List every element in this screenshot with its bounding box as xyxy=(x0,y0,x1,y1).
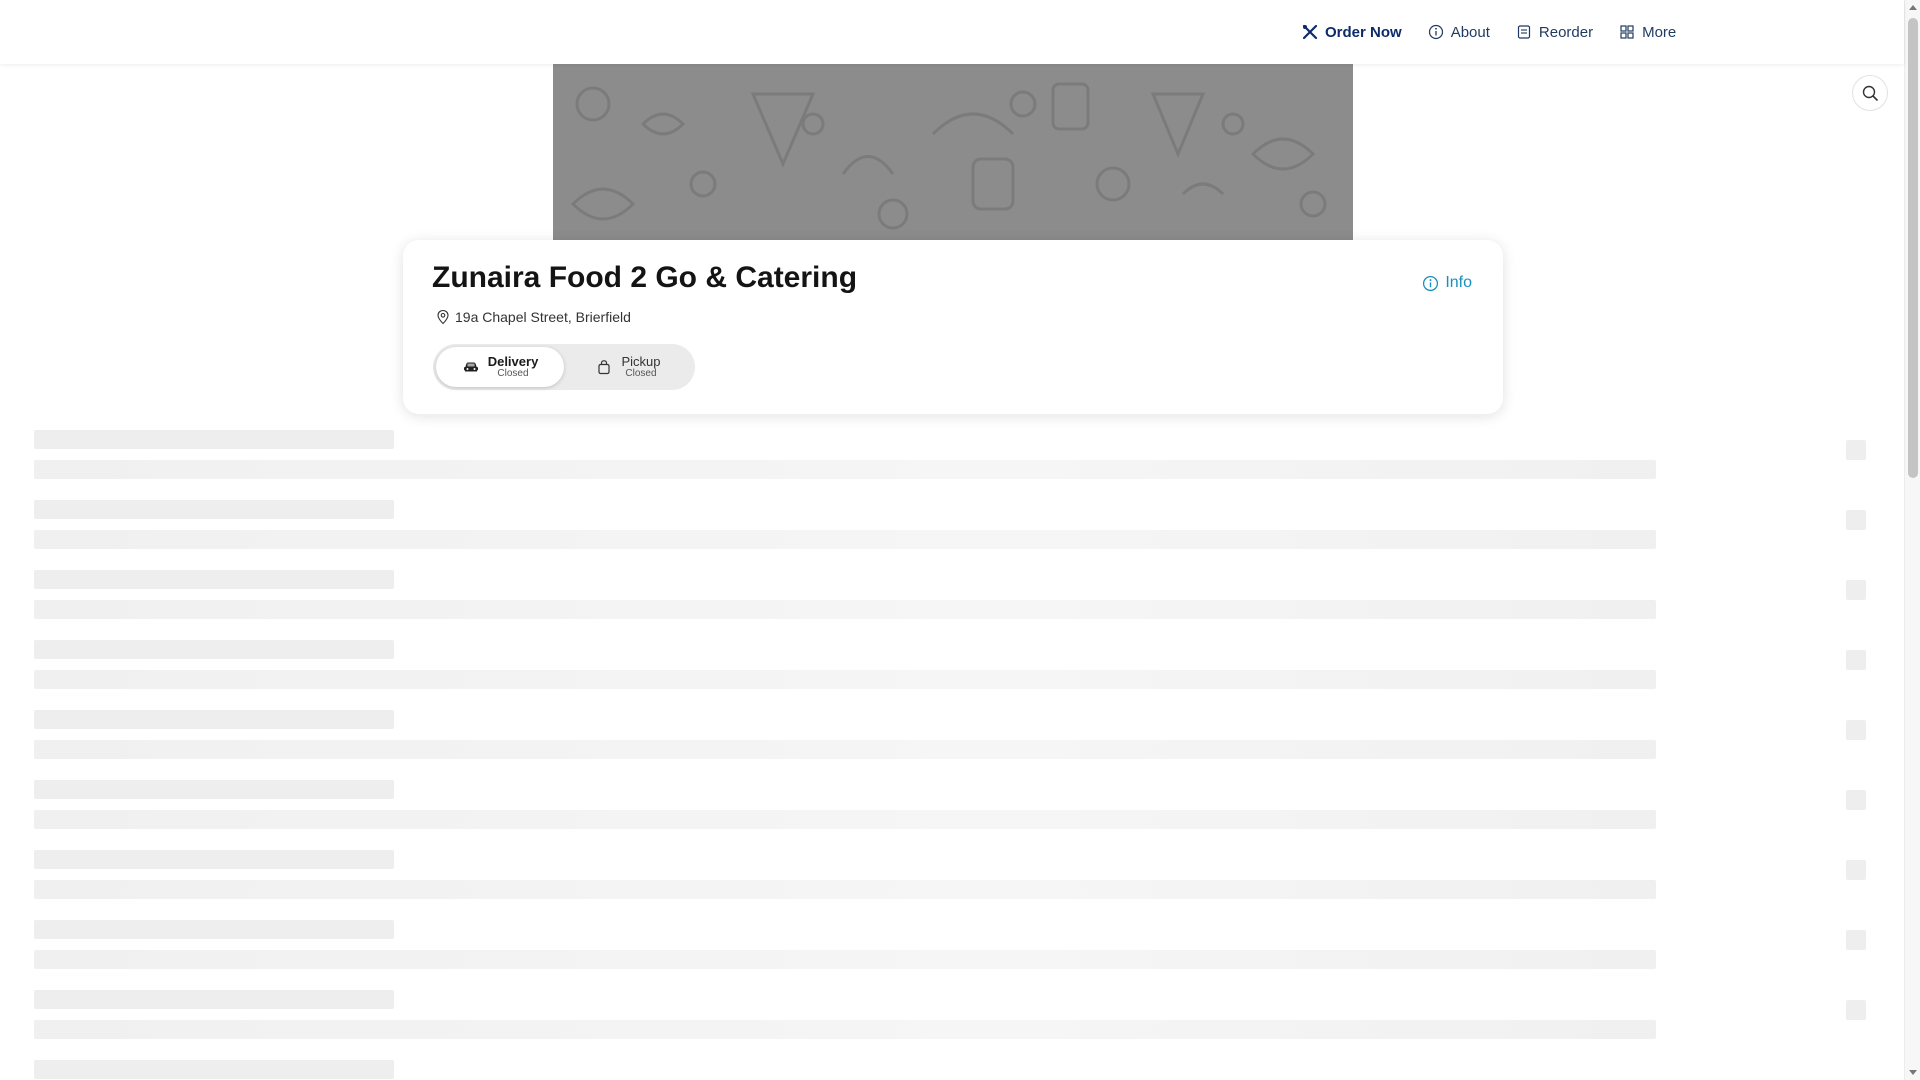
skeleton-box xyxy=(1846,650,1866,670)
skeleton-title xyxy=(34,640,394,659)
mode-label: Delivery xyxy=(487,353,539,369)
skeleton-line xyxy=(34,460,1656,479)
skeleton-title xyxy=(34,1060,394,1079)
info-icon xyxy=(1423,275,1439,291)
scroll-thumb[interactable] xyxy=(1908,18,1918,478)
pickup-option[interactable]: Pickup Closed xyxy=(564,347,692,387)
skeleton-line xyxy=(34,950,1656,969)
car-icon xyxy=(463,362,478,372)
store-name: Zunaira Food 2 Go & Catering xyxy=(432,261,858,294)
delivery-option[interactable]: Delivery Closed xyxy=(436,347,564,387)
skeleton-title xyxy=(34,570,394,589)
skeleton-line xyxy=(34,670,1656,689)
scroll-up-arrow[interactable] xyxy=(1909,5,1917,10)
scroll-down-arrow[interactable] xyxy=(1909,1070,1917,1075)
skeleton-line xyxy=(34,530,1656,549)
skeleton-title xyxy=(34,920,394,939)
skeleton-title xyxy=(34,430,394,449)
info-button[interactable]: Info xyxy=(1422,274,1472,292)
skeleton-line xyxy=(34,600,1656,619)
pickup-text: Pickup Closed xyxy=(621,355,660,379)
nav-item-label: About xyxy=(1450,23,1490,41)
skeleton-title xyxy=(34,500,394,519)
order-mode-toggle: Delivery Closed Pickup Closed xyxy=(433,344,695,390)
address-text: 19a Chapel Street, Brierfield xyxy=(455,309,631,325)
utensils-icon xyxy=(1302,24,1318,40)
delivery-text: Delivery Closed xyxy=(488,355,539,379)
info-icon xyxy=(1428,24,1443,40)
mode-status: Closed xyxy=(625,367,657,379)
skeleton-line xyxy=(34,880,1656,899)
skeleton-line xyxy=(34,810,1656,829)
skeleton-title xyxy=(34,850,394,869)
bag-icon xyxy=(598,360,611,375)
skeleton-box xyxy=(1846,930,1866,950)
skeleton-box xyxy=(1846,510,1866,530)
store-banner-image xyxy=(553,64,1353,240)
receipt-icon xyxy=(1517,25,1530,39)
nav-menu: Order Now About Reorder More xyxy=(1302,0,1676,64)
skeleton-box xyxy=(1846,720,1866,740)
nav-item-label: Order Now xyxy=(1325,23,1402,41)
mode-label: Pickup xyxy=(621,353,661,369)
skeleton-line xyxy=(34,740,1656,759)
skeleton-title xyxy=(34,710,394,729)
nav-item-more[interactable]: More xyxy=(1619,24,1676,41)
skeleton-box xyxy=(1846,580,1866,600)
mode-status: Closed xyxy=(497,367,529,379)
grid-icon xyxy=(1620,25,1634,39)
skeleton-box xyxy=(1846,440,1866,460)
nav-item-label: Reorder xyxy=(1538,23,1594,41)
skeleton-box xyxy=(1846,1000,1866,1020)
skeleton-title xyxy=(34,780,394,799)
search-button[interactable] xyxy=(1852,75,1888,111)
top-navigation-bar: Order Now About Reorder More xyxy=(0,0,1904,64)
skeleton-line xyxy=(34,1020,1656,1039)
skeleton-box xyxy=(1846,860,1866,880)
store-info-card: Zunaira Food 2 Go & Catering 19a Chapel … xyxy=(403,240,1503,414)
page-scrollbar[interactable] xyxy=(1904,0,1920,1080)
nav-item-reorder[interactable]: Reorder xyxy=(1516,24,1593,41)
nav-item-about[interactable]: About xyxy=(1428,24,1490,41)
nav-item-label: More xyxy=(1642,23,1677,41)
skeleton-title xyxy=(34,990,394,1009)
search-icon xyxy=(1862,85,1878,101)
store-address: 19a Chapel Street, Brierfield xyxy=(435,309,631,325)
location-pin-icon xyxy=(437,309,449,325)
nav-item-order-now[interactable]: Order Now xyxy=(1302,24,1402,41)
food-pattern-image xyxy=(553,64,1353,240)
skeleton-box xyxy=(1846,790,1866,810)
info-label: Info xyxy=(1445,274,1472,291)
